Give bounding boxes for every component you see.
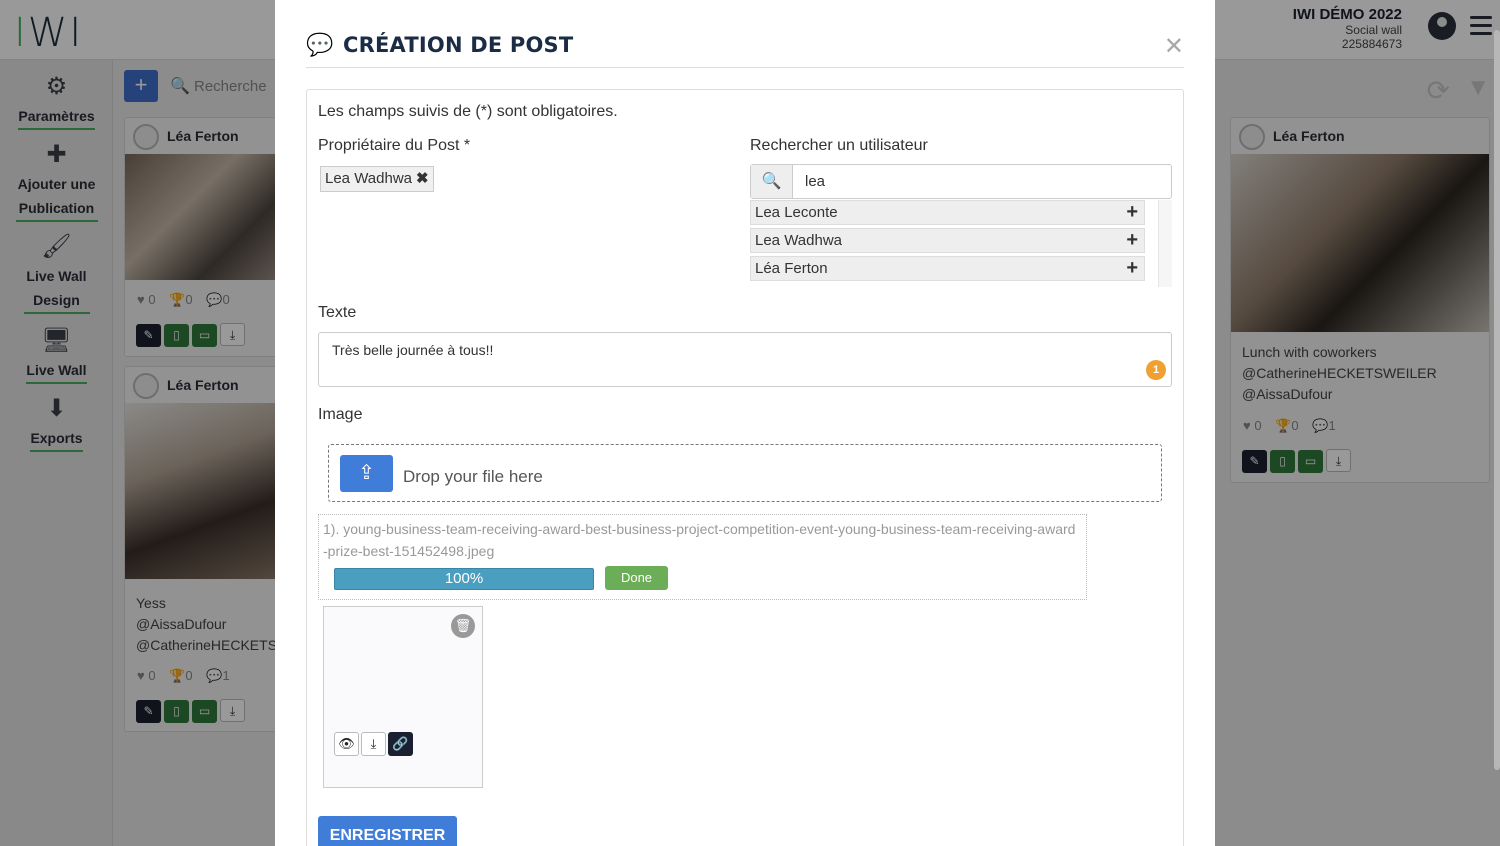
add-user-icon[interactable]: + xyxy=(1126,201,1138,223)
text-label: Texte xyxy=(318,304,357,321)
file-drop-zone[interactable]: ⇪ Drop your file here xyxy=(328,444,1162,502)
search-user-label: Rechercher un utilisateur xyxy=(750,137,928,154)
file-name: 1). young-business-team-receiving-award-… xyxy=(323,521,1076,559)
upload-progress-bar: 100% xyxy=(334,568,594,590)
link-icon[interactable]: 🔗 xyxy=(388,732,413,756)
post-text-area[interactable]: Très belle journée à tous!! 1 xyxy=(318,332,1172,387)
upload-icon[interactable]: ⇪ xyxy=(340,455,393,492)
user-result-item[interactable]: Lea Leconte + xyxy=(750,200,1145,225)
image-thumbnail: 🗑 👁 ⤓ 🔗 xyxy=(323,606,483,788)
eye-icon[interactable]: 👁 xyxy=(334,732,359,756)
user-result-item[interactable]: Lea Wadhwa + xyxy=(750,228,1145,253)
close-icon[interactable]: ✕ xyxy=(1164,32,1184,61)
user-search-input[interactable] xyxy=(794,165,1170,198)
user-result-item[interactable]: Léa Ferton + xyxy=(750,256,1145,281)
download-icon[interactable]: ⤓ xyxy=(361,732,386,756)
image-label: Image xyxy=(318,406,363,423)
add-user-icon[interactable]: + xyxy=(1126,257,1138,279)
results-scrollbar[interactable] xyxy=(1158,200,1172,287)
create-post-modal: 💬 CRÉATION DE POST ✕ Les champs suivis d… xyxy=(275,0,1215,846)
owner-label: Propriétaire du Post * xyxy=(318,137,471,154)
modal-header: 💬 CRÉATION DE POST ✕ xyxy=(306,28,1184,68)
remove-owner-icon[interactable]: ✖ xyxy=(416,170,429,187)
done-badge: Done xyxy=(605,566,668,590)
char-count-badge: 1 xyxy=(1146,360,1166,380)
upload-file-info: 1). young-business-team-receiving-award-… xyxy=(318,514,1087,600)
user-results-list: Lea Leconte + Lea Wadhwa + Léa Ferton + xyxy=(750,200,1172,287)
modal-title: CRÉATION DE POST xyxy=(343,33,574,57)
trash-icon[interactable]: 🗑 xyxy=(451,614,475,638)
user-search-box: 🔍 xyxy=(750,164,1172,199)
required-note: Les champs suivis de (*) sont obligatoir… xyxy=(318,103,618,120)
post-text-value: Très belle journée à tous!! xyxy=(332,342,494,358)
form-panel: Les champs suivis de (*) sont obligatoir… xyxy=(306,89,1184,846)
search-icon: 🔍 xyxy=(751,165,793,198)
page-scrollbar[interactable] xyxy=(1494,30,1500,770)
owner-chip: Lea Wadhwa ✖ xyxy=(320,166,434,192)
drop-text: Drop your file here xyxy=(403,467,543,486)
save-button[interactable]: ENREGISTRER xyxy=(318,816,457,846)
chat-bubbles-icon: 💬 xyxy=(306,32,334,57)
add-user-icon[interactable]: + xyxy=(1126,229,1138,251)
owner-chip-label: Lea Wadhwa xyxy=(325,170,412,187)
